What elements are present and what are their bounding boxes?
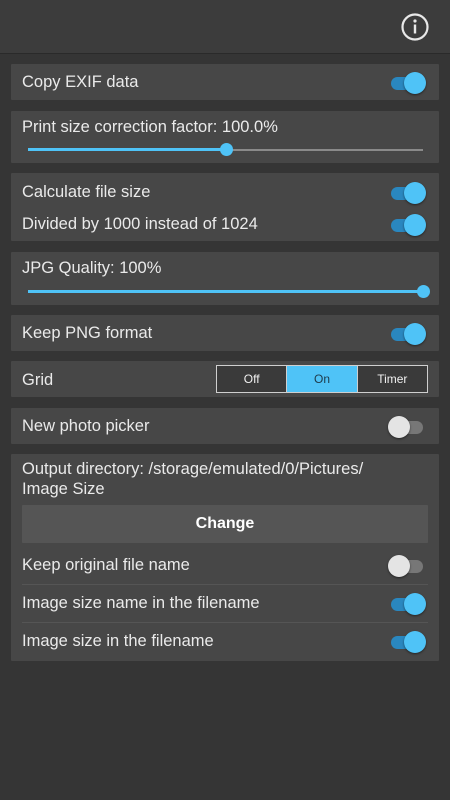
keep-png-toggle[interactable] [389, 323, 426, 345]
change-directory-button[interactable]: Change [22, 505, 428, 543]
info-icon[interactable] [400, 12, 430, 42]
keep-png-label: Keep PNG format [22, 324, 153, 342]
output-card: Output directory: /storage/emulated/0/Pi… [11, 454, 439, 661]
keep-original-name-row[interactable]: Keep original file name [11, 546, 439, 584]
keep-png-card: Keep PNG format [11, 315, 439, 351]
keep-original-name-toggle[interactable] [388, 555, 425, 577]
top-bar [0, 0, 450, 54]
jpg-quality-label: JPG Quality: 100% [22, 259, 162, 277]
new-photo-picker-toggle[interactable] [388, 416, 425, 438]
new-photo-picker-label: New photo picker [22, 417, 150, 435]
print-size-card: Print size correction factor: 100.0% [11, 111, 439, 163]
grid-option-on[interactable]: On [287, 366, 358, 392]
new-photo-picker-row[interactable]: New photo picker [11, 407, 439, 445]
copy-exif-card: Copy EXIF data [11, 64, 439, 100]
print-size-slider-knob[interactable] [219, 143, 233, 156]
divided-1000-row[interactable]: Divided by 1000 instead of 1024 [11, 205, 439, 243]
file-size-card: Calculate file size Divided by 1000 inst… [11, 173, 439, 241]
size-in-filename-label: Image size in the filename [22, 632, 214, 650]
divided-1000-toggle[interactable] [389, 214, 426, 236]
copy-exif-label: Copy EXIF data [22, 73, 139, 91]
size-name-in-filename-row[interactable]: Image size name in the filename [11, 584, 439, 622]
jpg-quality-slider[interactable] [28, 285, 430, 299]
photo-picker-card: New photo picker [11, 408, 439, 444]
grid-option-timer[interactable]: Timer [358, 366, 427, 392]
output-directory-path: Image Size [22, 480, 105, 498]
print-size-label: Print size correction factor: 100.0% [22, 118, 278, 136]
size-in-filename-row[interactable]: Image size in the filename [11, 622, 439, 660]
keep-original-name-label: Keep original file name [22, 556, 190, 574]
keep-png-row[interactable]: Keep PNG format [11, 314, 439, 352]
size-name-in-filename-label: Image size name in the filename [22, 594, 260, 612]
grid-option-off[interactable]: Off [217, 366, 288, 392]
divided-1000-label: Divided by 1000 instead of 1024 [22, 215, 258, 233]
calc-file-size-label: Calculate file size [22, 183, 151, 201]
print-size-slider[interactable] [28, 143, 423, 157]
size-in-filename-toggle[interactable] [389, 631, 426, 653]
copy-exif-toggle[interactable] [389, 72, 426, 94]
calc-file-size-toggle[interactable] [389, 182, 426, 204]
grid-card: Grid Off On Timer [11, 361, 439, 397]
copy-exif-row[interactable]: Copy EXIF data [11, 63, 439, 101]
size-name-in-filename-toggle[interactable] [389, 593, 426, 615]
grid-label: Grid [22, 371, 54, 389]
output-directory-label: Output directory: /storage/emulated/0/Pi… [22, 460, 364, 478]
grid-segmented-control: Off On Timer [216, 365, 428, 393]
jpg-quality-card: JPG Quality: 100% [11, 252, 439, 305]
jpg-quality-slider-knob[interactable] [417, 285, 430, 298]
